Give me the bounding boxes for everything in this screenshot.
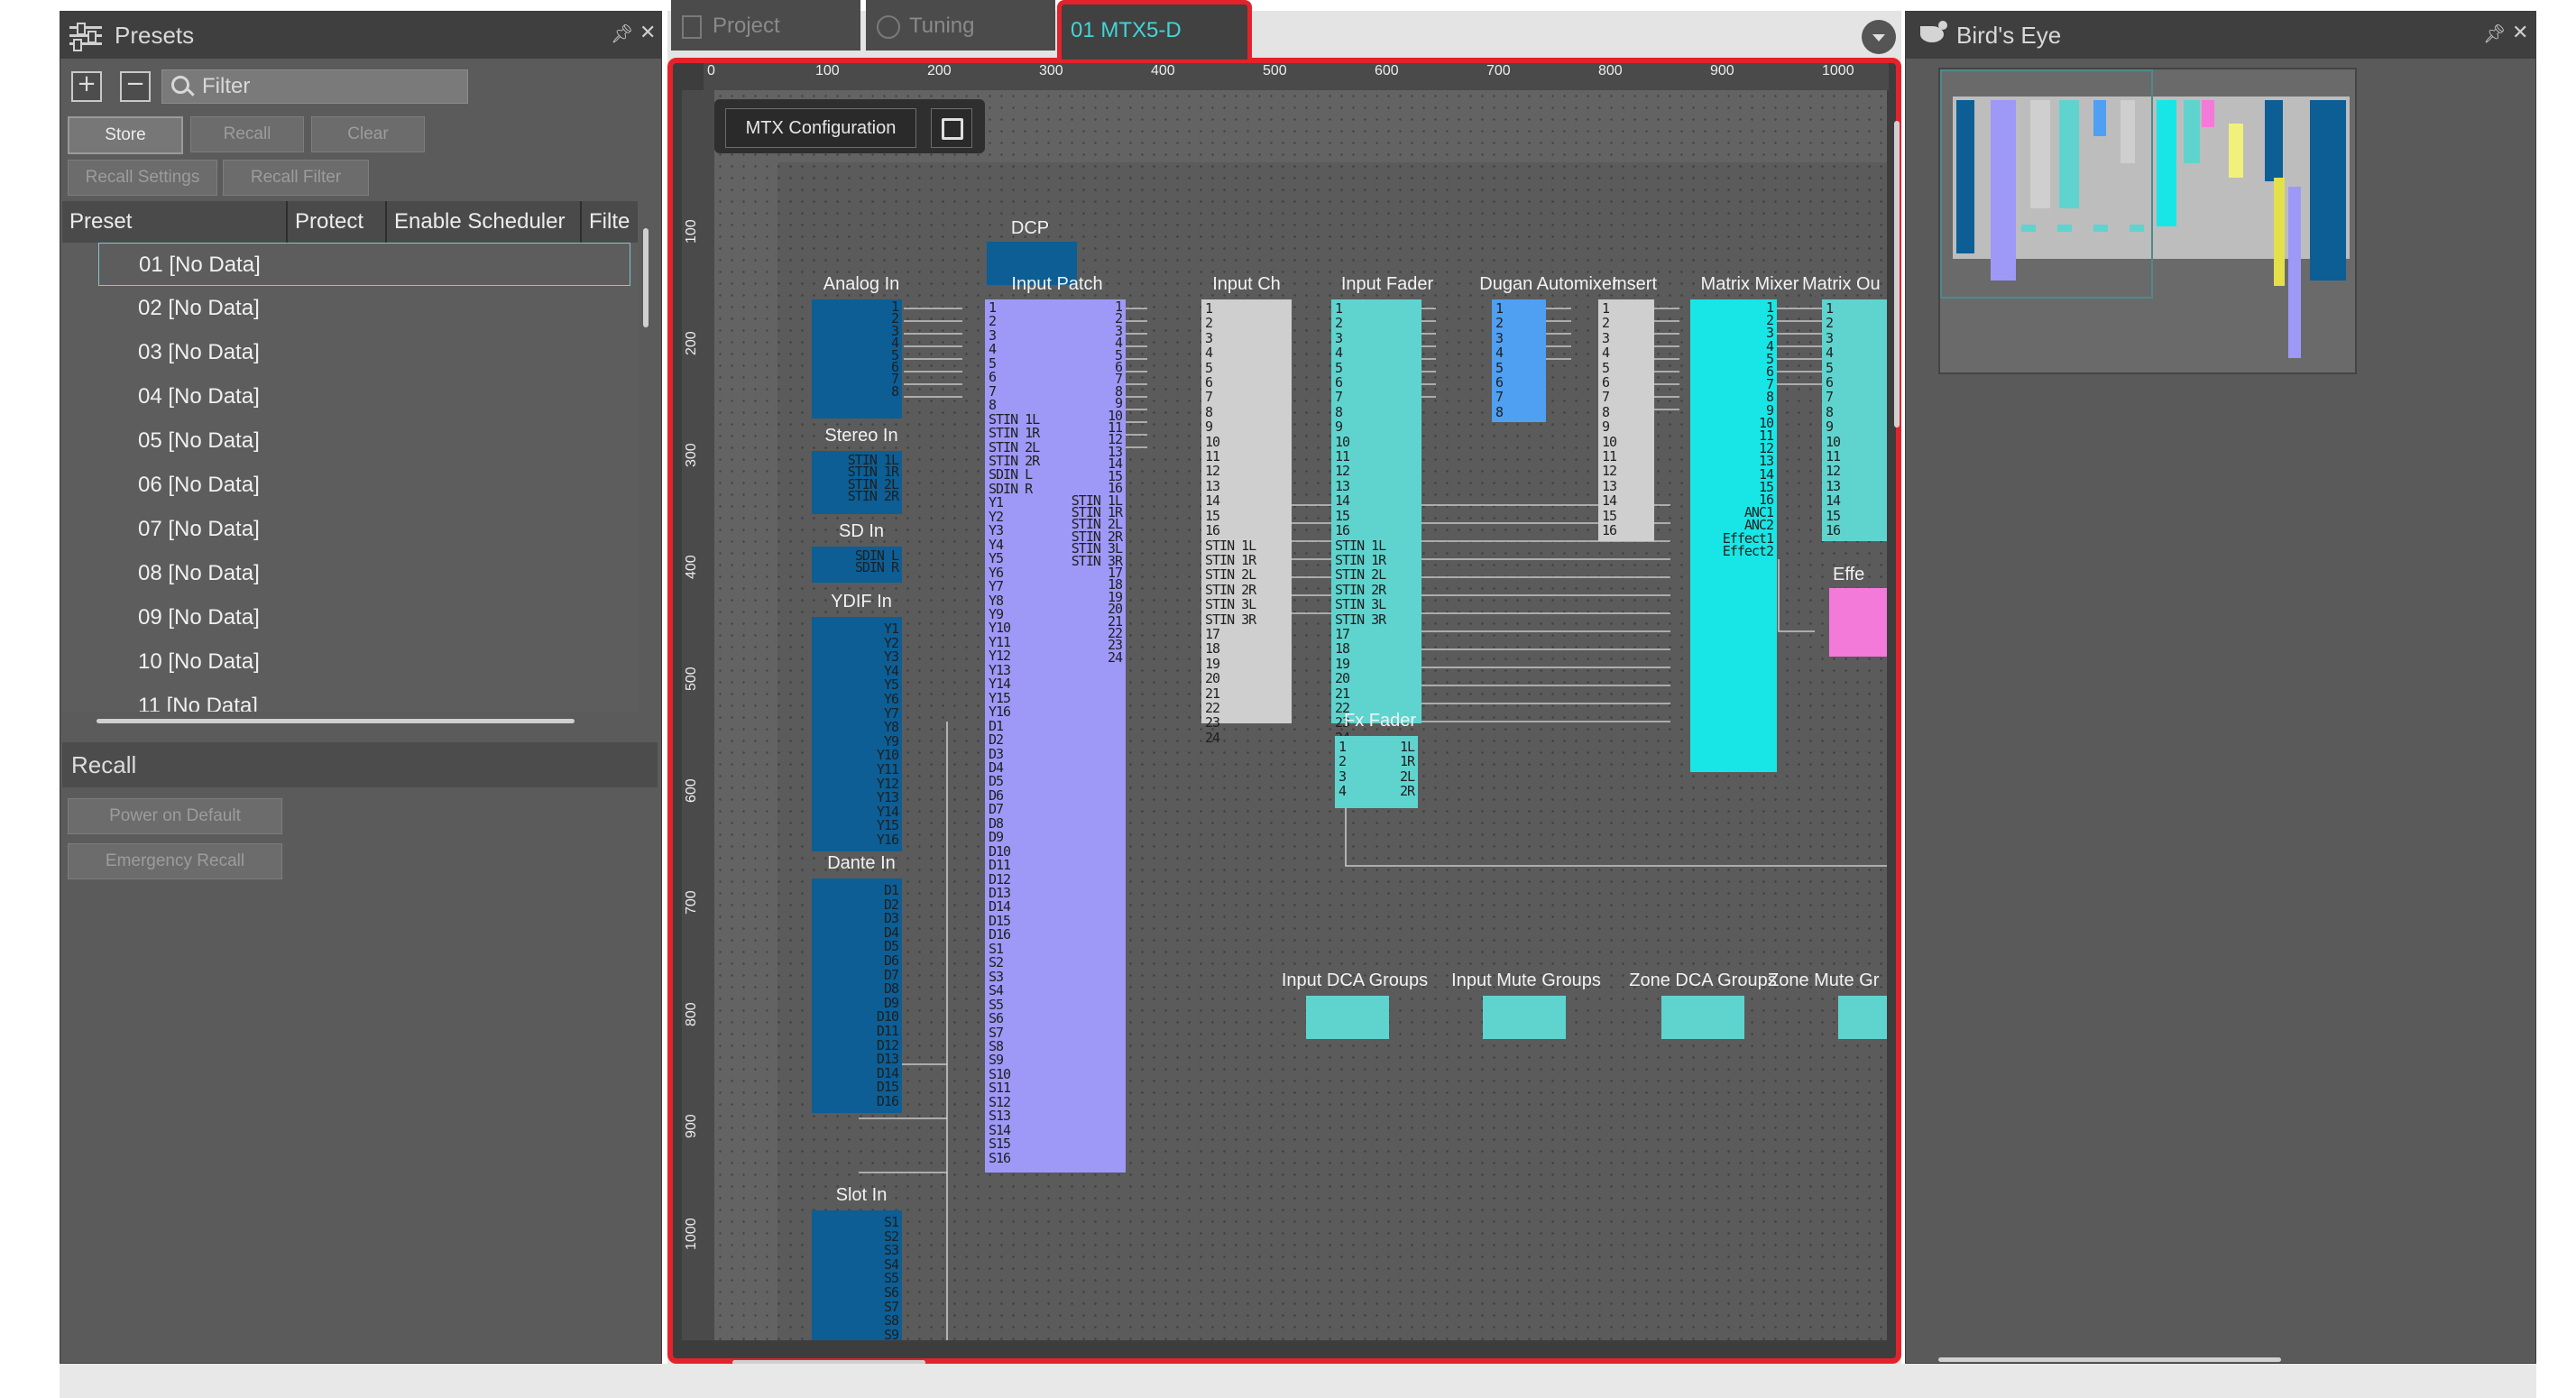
zone-dca-groups-block[interactable] [1661, 996, 1744, 1039]
close-icon[interactable]: ✕ [2512, 21, 2528, 44]
preset-list-hscroll[interactable] [97, 719, 575, 723]
close-icon[interactable]: ✕ [639, 21, 656, 44]
preset-row-05[interactable]: 05 [No Data] [98, 419, 630, 463]
preset-row-09[interactable]: 09 [No Data] [98, 596, 630, 639]
emergency-recall-button[interactable]: Emergency Recall [68, 843, 282, 879]
filter-placeholder: Filter [202, 74, 251, 98]
preset-row-02[interactable]: 02 [No Data] [98, 287, 630, 330]
input-fader-block[interactable]: 1 2 3 4 5 6 7 8 9 10 11 12 13 14 15 16 S… [1331, 299, 1421, 745]
analog-in-label: Analog In [823, 274, 900, 294]
insert-block[interactable]: 1 2 3 4 5 6 7 8 9 10 11 12 13 14 15 16 [1598, 299, 1654, 541]
tab-tuning[interactable]: Tuning [866, 0, 1055, 51]
matrix-out-block[interactable]: 1 2 3 4 5 6 7 8 9 10 11 12 13 14 15 16 [1822, 299, 1887, 541]
input-dca-groups-label: Input DCA Groups [1281, 970, 1429, 990]
slot-in-block[interactable]: S1 S2 S3 S4 S5 S6 S7 S8 S9 S10 [812, 1210, 902, 1340]
zone-mute-groups-block[interactable] [1838, 996, 1887, 1039]
sliders-icon [69, 23, 102, 51]
sd-in-block[interactable]: SDIN L SDIN R [812, 547, 902, 583]
input-mute-groups-block[interactable] [1483, 996, 1566, 1039]
analog-in-block[interactable]: 1 2 3 4 5 6 7 8 [812, 299, 902, 418]
ruler-left: 100 200 300 400 500 600 700 800 900 1000 [682, 90, 714, 1340]
col-preset[interactable]: Preset [62, 201, 288, 243]
dugan-automixer-block[interactable]: 1 2 3 4 5 6 7 8 [1492, 299, 1546, 422]
insert-label: Insert [1611, 274, 1658, 294]
input-fader-label: Input Fader [1340, 274, 1434, 294]
ydif-in-block[interactable]: Y1 Y2 Y3 Y4 Y5 Y6 Y7 Y8 Y9 Y10 Y11 Y12 Y… [812, 617, 902, 851]
preset-row-06[interactable]: 06 [No Data] [98, 464, 630, 507]
preset-list: 01 [No Data] 02 [No Data] 03 [No Data] 0… [62, 243, 638, 712]
matrix-out-label: Matrix Ou [1802, 274, 1881, 294]
dante-in-block[interactable]: D1 D2 D3 D4 D5 D6 D7 D8 D9 D10 D11 D12 D… [812, 878, 902, 1113]
zone-dca-groups-label: Zone DCA Groups [1629, 970, 1777, 990]
stereo-in-block[interactable]: STIN 1L STIN 1R STIN 2L STIN 2R [812, 451, 902, 514]
pin-icon[interactable]: 📌︎ [611, 23, 633, 45]
clear-button[interactable]: Clear [311, 116, 425, 152]
dante-in-label: Dante In [827, 853, 896, 873]
presets-titlebar: Presets 📌︎ ✕ [60, 12, 661, 59]
mtx-toolbar: MTX Configuration [714, 99, 985, 153]
birds-eye-panel: Bird's Eye 📌︎ ✕ [1905, 11, 2536, 1364]
preset-row-10[interactable]: 10 [No Data] [98, 640, 630, 684]
document-icon [682, 14, 702, 39]
recall-settings-button[interactable]: Recall Settings [68, 160, 217, 196]
device-icon[interactable] [931, 108, 972, 148]
zone-mute-groups-label: Zone Mute Gr [1768, 970, 1880, 990]
recall-section-title: Recall [62, 742, 658, 787]
birds-eye-minimap[interactable] [1938, 68, 2357, 374]
dcp-label: DCP [1010, 218, 1050, 238]
add-preset-button[interactable]: + [71, 71, 102, 102]
preset-table-header: Preset Protect Enable Scheduler Filte [62, 201, 638, 243]
preset-row-11[interactable]: 11 [No Data] [98, 685, 630, 712]
preset-row-04[interactable]: 04 [No Data] [98, 375, 630, 418]
status-bar [60, 1364, 2536, 1398]
input-dca-groups-block[interactable] [1306, 996, 1389, 1039]
canvas-vscroll[interactable] [1894, 121, 1900, 428]
birds-eye-title: Bird's Eye [1956, 21, 2062, 49]
pin-icon[interactable]: 📌︎ [2483, 23, 2506, 45]
input-mute-groups-label: Input Mute Groups [1451, 970, 1601, 990]
chevron-down-icon[interactable] [1862, 20, 1896, 54]
fx-fader-label: Fx Fader [1343, 711, 1417, 731]
matrix-mixer-block[interactable]: 1 2 3 4 5 6 7 8 9 10 11 12 13 14 15 16 A… [1690, 299, 1777, 772]
remove-preset-button[interactable]: − [120, 71, 151, 102]
preset-row-08[interactable]: 08 [No Data] [98, 552, 630, 595]
fx-fader-block[interactable]: 1 2 3 4 1L 1R 2L 2R [1335, 736, 1418, 808]
input-ch-label: Input Ch [1212, 274, 1281, 294]
filter-input[interactable]: Filter [161, 69, 468, 104]
store-button[interactable]: Store [68, 116, 183, 154]
recall-button[interactable]: Recall [190, 116, 304, 152]
recall-filter-button[interactable]: Recall Filter [223, 160, 369, 196]
presets-panel: Presets 📌︎ ✕ + − Filter Store Recall Cle… [60, 11, 662, 1364]
presets-title: Presets [115, 21, 195, 49]
birds-eye-hscroll[interactable] [1938, 1357, 2281, 1362]
tab-project[interactable]: Project [671, 0, 860, 51]
preset-row-01[interactable]: 01 [No Data] [98, 243, 630, 286]
col-filter[interactable]: Filte [582, 201, 638, 243]
preset-list-vscroll[interactable] [643, 228, 649, 327]
col-enable-scheduler[interactable]: Enable Scheduler [387, 201, 582, 243]
ruler-top: 0 100 200 300 400 500 600 700 800 900 10… [704, 63, 1889, 90]
power-on-default-button[interactable]: Power on Default [68, 798, 282, 834]
signal-flow-canvas[interactable]: DCP Analog In 1 2 3 4 5 6 7 8 Stereo In … [714, 90, 1887, 1340]
preset-row-03[interactable]: 03 [No Data] [98, 331, 630, 374]
preset-row-07[interactable]: 07 [No Data] [98, 508, 630, 551]
slot-in-label: Slot In [835, 1185, 888, 1205]
effect-block[interactable] [1829, 588, 1887, 657]
gear-icon [877, 14, 900, 39]
effect-label: Effe [1833, 565, 1865, 584]
sd-in-label: SD In [838, 521, 885, 541]
stereo-in-label: Stereo In [824, 426, 898, 446]
ydif-in-label: YDIF In [831, 592, 892, 612]
input-ch-block[interactable]: 1 2 3 4 5 6 7 8 9 10 11 12 13 14 15 16 S… [1201, 299, 1292, 745]
tab-mtx5d[interactable]: 01 MTX5-D [1057, 0, 1252, 60]
col-protect[interactable]: Protect [288, 201, 387, 243]
input-patch-label: Input Patch [1011, 274, 1103, 294]
birds-eye-titlebar: Bird's Eye 📌︎ ✕ [1906, 12, 2535, 59]
search-icon [171, 76, 189, 94]
mtx-configuration-button[interactable]: MTX Configuration [725, 108, 916, 148]
bird-icon [1918, 21, 1953, 50]
input-patch-block[interactable]: 1 2 3 4 5 6 7 8 STIN 1L STIN 1R STIN 2L … [985, 299, 1126, 1173]
